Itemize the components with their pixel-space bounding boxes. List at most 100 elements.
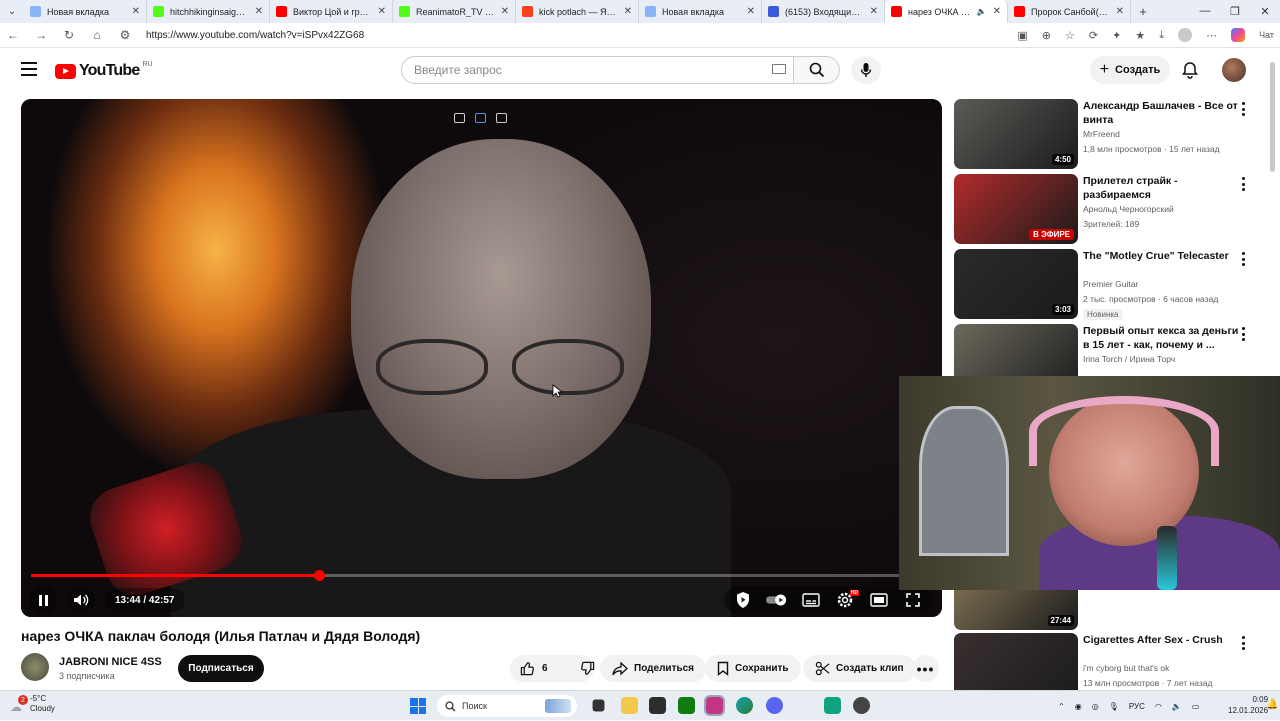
- progress-scrubber[interactable]: [314, 570, 325, 581]
- extensions-icon[interactable]: ✦: [1112, 29, 1121, 42]
- more-actions-button[interactable]: •••: [912, 655, 939, 682]
- recommended-video[interactable]: 3:03 The "Motley Crue" Telecaster Premier …: [954, 249, 1254, 320]
- zoom-icon[interactable]: ⊕: [1042, 29, 1051, 42]
- copilot-icon[interactable]: [1231, 28, 1246, 42]
- refresh-page-icon[interactable]: ⟳: [1089, 29, 1098, 42]
- shield-icon[interactable]: [732, 589, 754, 611]
- recommended-channel[interactable]: Premier Guitar: [1083, 279, 1138, 289]
- close-window-icon[interactable]: ✕: [1250, 5, 1280, 18]
- progress-bar[interactable]: [31, 570, 931, 581]
- hamburger-menu-icon[interactable]: [21, 62, 37, 76]
- subscribe-button[interactable]: Подписаться: [178, 655, 264, 682]
- home-icon[interactable]: ⌂: [90, 28, 104, 42]
- recommended-title[interactable]: The "Motley Crue" Telecaster: [1083, 249, 1243, 263]
- tab-close-icon[interactable]: ✕: [870, 6, 878, 17]
- youtube-logo[interactable]: YouTube RU: [55, 61, 153, 80]
- channel-name[interactable]: JABRONI NICE 4SS: [59, 656, 162, 668]
- notification-bell-icon[interactable]: 🔔: [1266, 699, 1278, 710]
- video-thumbnail[interactable]: В ЭФИРЕ: [954, 174, 1078, 244]
- language-indicator[interactable]: РУС: [1129, 702, 1145, 711]
- page-scrollbar[interactable]: [1270, 62, 1275, 172]
- install-app-icon[interactable]: ▣: [1017, 29, 1027, 42]
- recommended-channel[interactable]: i'm cyborg but that's ok: [1083, 663, 1169, 673]
- overlay-tool-3-icon[interactable]: [496, 113, 507, 123]
- search-button[interactable]: [794, 56, 840, 84]
- tab-audio-icon[interactable]: 🔈: [977, 7, 987, 16]
- more-menu-icon[interactable]: ⋯: [1206, 29, 1217, 42]
- like-button[interactable]: 6: [510, 655, 558, 682]
- forward-arrow-icon[interactable]: →: [34, 28, 48, 42]
- keyboard-icon[interactable]: [772, 64, 786, 74]
- overlay-tool-2-icon[interactable]: [475, 113, 486, 123]
- subtitles-icon[interactable]: [800, 589, 822, 611]
- browser-tab[interactable]: (6153) Входящие — Ра ✕: [762, 0, 885, 23]
- theater-mode-icon[interactable]: [868, 589, 890, 611]
- tab-close-icon[interactable]: ✕: [255, 6, 263, 17]
- share-button[interactable]: Поделиться: [600, 655, 707, 682]
- user-avatar[interactable]: [1222, 58, 1246, 82]
- create-clip-button[interactable]: Создать клип: [803, 655, 916, 682]
- more-options-icon[interactable]: [1242, 102, 1246, 116]
- tray-app-icon[interactable]: ◉: [1075, 702, 1082, 711]
- video-thumbnail[interactable]: 3:03: [954, 249, 1078, 319]
- taskbar-clock[interactable]: 0:09 12.01.2026: [1228, 694, 1268, 716]
- browser-tab[interactable]: Новая вкладка ✕: [24, 0, 147, 23]
- tab-list-chevron-icon[interactable]: ⌄: [0, 6, 24, 17]
- browser-tab[interactable]: hitchhikinginsaigon Str ✕: [147, 0, 270, 23]
- recommended-title[interactable]: Первый опыт кекса за деньги в 15 лет - к…: [1083, 324, 1243, 352]
- browser-tab[interactable]: ReanimatoR_TV - Watc ✕: [393, 0, 516, 23]
- tray-edge-icon[interactable]: ◎: [1092, 702, 1099, 711]
- edge-browser-icon[interactable]: [736, 697, 753, 714]
- video-player[interactable]: 13:44 / 42:57 HD: [21, 99, 942, 617]
- tab-close-icon[interactable]: ✕: [993, 6, 1001, 17]
- channel-avatar[interactable]: [21, 653, 49, 681]
- downloads-icon[interactable]: ⤓: [1159, 29, 1164, 42]
- recommended-title[interactable]: Cigarettes After Sex - Crush: [1083, 633, 1243, 647]
- active-app-icon[interactable]: [704, 695, 725, 716]
- obs-icon[interactable]: [853, 697, 870, 714]
- chat-button[interactable]: Чат: [1259, 30, 1274, 40]
- profile-avatar-icon[interactable]: [1178, 28, 1193, 42]
- url-field[interactable]: https://www.youtube.com/watch?v=iSPvx42Z…: [146, 30, 364, 41]
- more-options-icon[interactable]: [1242, 327, 1246, 341]
- more-options-icon[interactable]: [1242, 252, 1246, 266]
- browser-tab[interactable]: Виктор Цой и группа ✕: [270, 0, 393, 23]
- browser-tab[interactable]: kick potlach — Яндекс ✕: [516, 0, 639, 23]
- voice-search-button[interactable]: [851, 56, 881, 84]
- weather-widget[interactable]: ☁ 2 -5°C Cloudy: [8, 694, 55, 714]
- recommended-channel[interactable]: Irina Torch / Ирина Торч: [1083, 354, 1175, 364]
- browser-tab[interactable]: Новая вкладка ✕: [639, 0, 762, 23]
- recommended-video[interactable]: 4:50 Александр Башлачев - Все от винта MrF…: [954, 99, 1254, 169]
- save-button[interactable]: Сохранить: [705, 655, 801, 682]
- discord-icon[interactable]: [766, 697, 783, 714]
- site-info-icon[interactable]: ⚙: [118, 28, 132, 42]
- taskbar-search-input[interactable]: Поиск: [437, 695, 577, 717]
- tab-close-icon[interactable]: ✕: [132, 6, 140, 17]
- tab-close-icon[interactable]: ✕: [1116, 6, 1124, 17]
- notifications-bell-icon[interactable]: [1181, 61, 1199, 79]
- browser-tab[interactable]: нарез ОЧКА пакла 🔈 ✕: [885, 0, 1008, 23]
- recommended-channel[interactable]: MrFreend: [1083, 129, 1120, 139]
- search-input[interactable]: Введите запрос: [401, 56, 794, 84]
- more-options-icon[interactable]: [1242, 177, 1246, 191]
- task-view-icon[interactable]: [592, 699, 605, 712]
- overlay-tool-1-icon[interactable]: [454, 113, 465, 123]
- create-button[interactable]: + Создать: [1090, 56, 1170, 84]
- start-windows-icon[interactable]: [410, 698, 426, 714]
- settings-gear-icon[interactable]: HD: [834, 589, 859, 611]
- autoplay-toggle[interactable]: [766, 589, 788, 611]
- recommended-video[interactable]: В ЭФИРЕ Прилетел страйк - разбираемся Арно…: [954, 174, 1254, 244]
- tray-chevron-icon[interactable]: ⌃: [1058, 702, 1065, 711]
- speaker-icon[interactable]: 🔈: [1172, 702, 1182, 711]
- tab-close-icon[interactable]: ✕: [501, 6, 509, 17]
- volume-button[interactable]: [67, 586, 95, 614]
- xbox-icon[interactable]: [678, 697, 695, 714]
- tray-mic-icon[interactable]: 🎙: [1109, 702, 1119, 711]
- recommended-title[interactable]: Прилетел страйк - разбираемся: [1083, 174, 1243, 202]
- new-tab-plus-icon[interactable]: +: [1131, 4, 1155, 19]
- tab-close-icon[interactable]: ✕: [378, 6, 386, 17]
- restore-window-icon[interactable]: ❐: [1220, 5, 1250, 18]
- fullscreen-icon[interactable]: [902, 589, 924, 611]
- more-options-icon[interactable]: [1242, 636, 1246, 650]
- wifi-icon[interactable]: ◠: [1155, 702, 1162, 711]
